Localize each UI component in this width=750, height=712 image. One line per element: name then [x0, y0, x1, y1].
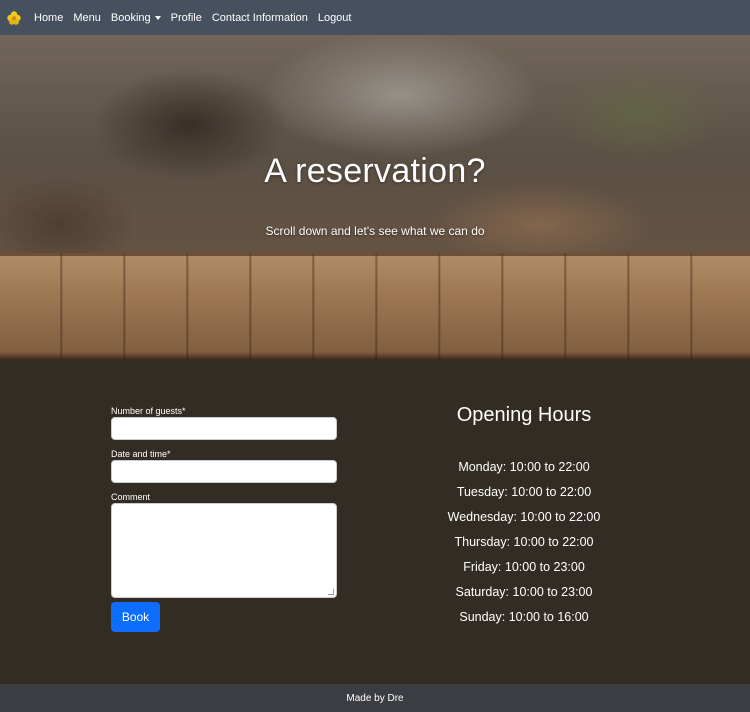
nav-menu-link[interactable]: Menu — [73, 12, 101, 24]
datetime-label: Date and time* — [111, 449, 171, 459]
nav-logout-link[interactable]: Logout — [318, 12, 352, 24]
opening-hours: Opening Hours Monday: 10:00 to 22:00 Tue… — [424, 404, 624, 630]
datetime-input[interactable] — [111, 460, 337, 483]
hero-banner: A reservation? Scroll down and let's see… — [0, 35, 750, 360]
footer: Made by Dre — [0, 684, 750, 712]
comment-textarea[interactable] — [111, 503, 337, 598]
hours-row-thursday: Thursday: 10:00 to 22:00 — [454, 535, 594, 549]
wooden-table-image — [0, 253, 750, 360]
booking-form: Number of guests* Date and time* Comment… — [111, 406, 337, 632]
hours-row-monday: Monday: 10:00 to 22:00 — [458, 460, 590, 474]
nav-contact-link[interactable]: Contact Information — [212, 12, 308, 24]
hours-row-sunday: Sunday: 10:00 to 16:00 — [459, 610, 589, 624]
opening-hours-title: Opening Hours — [456, 404, 592, 426]
resize-handle-icon[interactable] — [328, 589, 334, 595]
hero-subtitle: Scroll down and let's see what we can do — [265, 224, 485, 238]
footer-credit: Made by Dre — [346, 692, 404, 704]
flower-logo-icon[interactable] — [6, 10, 22, 26]
hours-row-saturday: Saturday: 10:00 to 23:00 — [455, 585, 593, 599]
nav-profile-link[interactable]: Profile — [171, 12, 202, 24]
hero-title: A reservation? — [264, 152, 486, 190]
caret-down-icon — [154, 15, 161, 20]
hours-row-wednesday: Wednesday: 10:00 to 22:00 — [447, 510, 601, 524]
book-button[interactable]: Book — [111, 602, 160, 632]
guests-label: Number of guests* — [111, 406, 186, 416]
navbar: Home Menu Booking Profile Contact Inform… — [0, 0, 750, 35]
comment-label: Comment — [111, 492, 151, 502]
nav-booking-label: Booking — [110, 11, 151, 24]
nav-home-link[interactable]: Home — [34, 12, 63, 24]
hours-row-tuesday: Tuesday: 10:00 to 22:00 — [456, 485, 592, 499]
nav-booking-dropdown[interactable]: Booking — [111, 12, 161, 24]
hours-row-friday: Friday: 10:00 to 23:00 — [463, 560, 585, 574]
restaurant-background-image — [0, 35, 750, 253]
booking-section: Number of guests* Date and time* Comment… — [0, 360, 750, 684]
guests-input[interactable] — [111, 417, 337, 440]
